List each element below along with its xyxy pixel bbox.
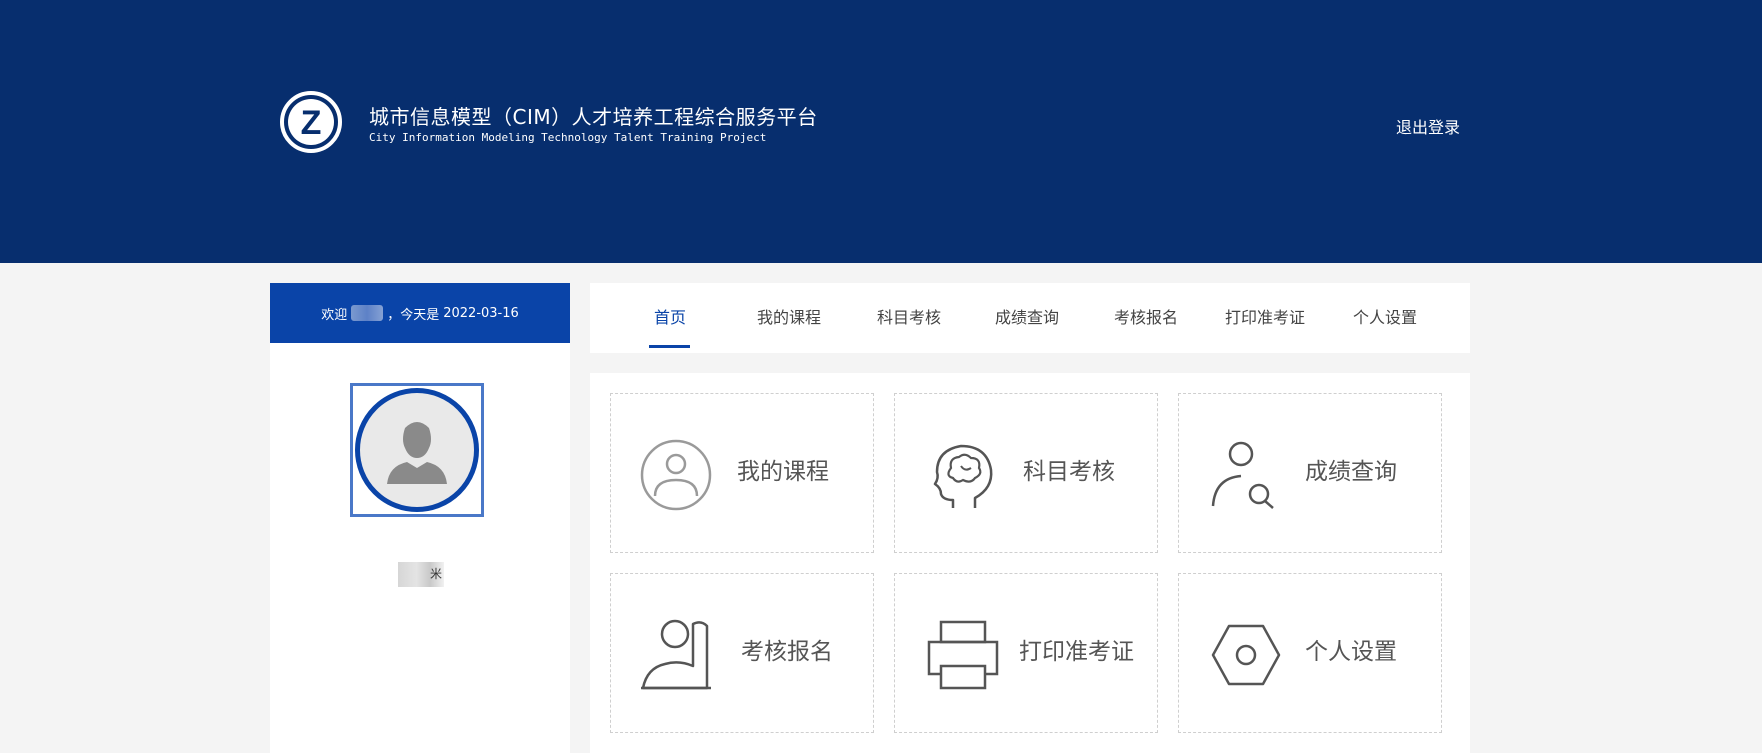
welcome-prefix: 欢迎 <box>321 307 348 323</box>
user-search-icon <box>1211 441 1274 509</box>
current-date: 2022-03-16 <box>443 305 519 321</box>
card-label: 个人设置 <box>1305 639 1397 665</box>
person-silhouette-icon <box>387 422 447 484</box>
tab-personal-settings[interactable]: 个人设置 <box>1353 283 1417 353</box>
logo-z-icon[interactable]: Z <box>279 90 343 154</box>
header-banner: Z 城市信息模型（CIM）人才培养工程综合服务平台 City Informati… <box>0 0 1762 263</box>
quick-access-panel: 我的课程 科目考核 成绩查询 考核报名 打印准考证 个人设置 <box>590 373 1470 753</box>
tab-exam-registration[interactable]: 考核报名 <box>1114 283 1178 353</box>
welcome-bar: 欢迎 ，今天是 2022-03-16 <box>270 283 570 343</box>
printer-icon <box>927 620 999 690</box>
blurred-username <box>351 305 384 321</box>
welcome-middle: ，今天是 <box>387 307 440 323</box>
avatar-frame[interactable] <box>350 383 484 517</box>
site-subtitle: City Information Modeling Technology Tal… <box>369 131 767 144</box>
site-title: 城市信息模型（CIM）人才培养工程综合服务平台 <box>369 105 818 129</box>
card-exam-registration[interactable]: 考核报名 <box>610 573 874 733</box>
tab-print-admission[interactable]: 打印准考证 <box>1225 283 1305 353</box>
card-label: 打印准考证 <box>1019 639 1134 665</box>
card-label: 我的课程 <box>737 459 829 485</box>
card-label: 成绩查询 <box>1305 459 1397 485</box>
card-label: 科目考核 <box>1023 459 1115 485</box>
tab-active-underline <box>649 345 690 348</box>
tab-subject-exam[interactable]: 科目考核 <box>877 283 941 353</box>
brain-head-icon <box>933 444 993 508</box>
hex-nut-icon <box>1211 624 1281 686</box>
raise-hand-icon <box>641 619 711 690</box>
svg-text:Z: Z <box>301 104 322 142</box>
card-label: 考核报名 <box>741 639 833 665</box>
logout-link[interactable]: 退出登录 <box>1396 114 1460 138</box>
tab-score-query[interactable]: 成绩查询 <box>995 283 1059 353</box>
card-score-query[interactable]: 成绩查询 <box>1178 393 1442 553</box>
blurred-username-label: 米 <box>398 562 444 587</box>
tab-my-courses[interactable]: 我的课程 <box>757 283 821 353</box>
card-my-courses[interactable]: 我的课程 <box>610 393 874 553</box>
user-sidebar: 欢迎 ，今天是 2022-03-16 米 <box>270 283 570 753</box>
card-personal-settings[interactable]: 个人设置 <box>1178 573 1442 733</box>
avatar[interactable] <box>355 388 479 512</box>
card-subject-exam[interactable]: 科目考核 <box>894 393 1158 553</box>
card-print-admission[interactable]: 打印准考证 <box>894 573 1158 733</box>
main-nav: 首页 我的课程 科目考核 成绩查询 考核报名 打印准考证 个人设置 <box>590 283 1470 353</box>
user-circle-icon <box>640 439 712 511</box>
tab-home[interactable]: 首页 <box>654 283 686 353</box>
